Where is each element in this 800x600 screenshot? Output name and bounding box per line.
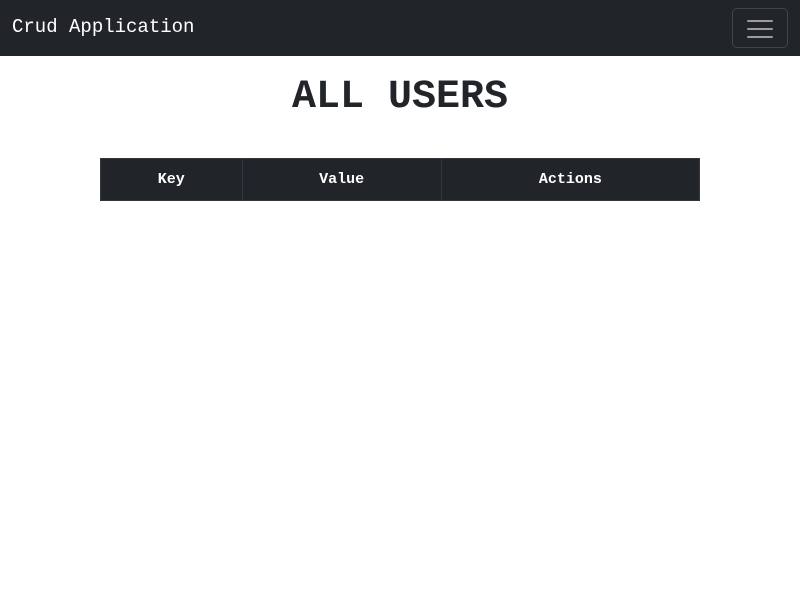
column-header-key: Key [100,158,243,201]
hamburger-menu-icon [747,20,773,38]
navbar: Crud Application [0,0,800,56]
table-header-row: Key Value Actions [100,158,701,201]
users-table: Key Value Actions [100,158,701,201]
page-title: ALL USERS [291,75,509,120]
navbar-toggler-button[interactable] [732,8,788,48]
table-header: Key Value Actions [100,158,701,201]
column-header-value: Value [241,158,442,201]
navbar-brand[interactable]: Crud Application [12,15,194,39]
column-header-actions: Actions [440,158,701,201]
